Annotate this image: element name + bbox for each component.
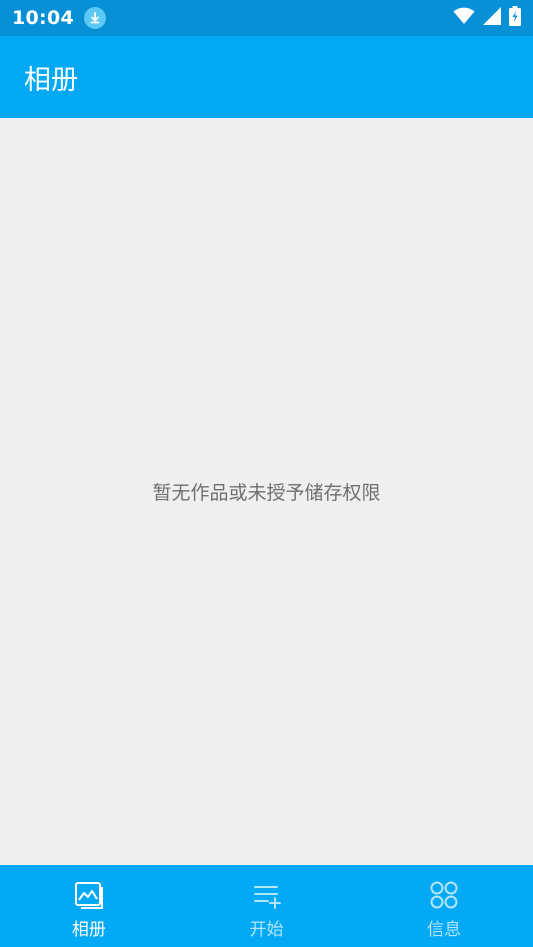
album-icon	[74, 882, 103, 909]
status-bar: 10:04	[0, 0, 533, 36]
app-bar: 相册	[0, 36, 533, 118]
nav-item-album[interactable]: 相册	[0, 865, 178, 947]
empty-state-message: 暂无作品或未授予储存权限	[152, 482, 381, 504]
nav-item-info[interactable]: 信息	[355, 865, 533, 947]
list-add-icon	[253, 886, 281, 909]
nav-label-album: 相册	[71, 920, 106, 940]
status-time: 10:04	[12, 7, 74, 29]
nav-label-start: 开始	[249, 920, 284, 940]
nav-label-info: 信息	[427, 920, 462, 940]
battery-charging-icon	[509, 6, 521, 30]
grid-dots-icon	[430, 881, 458, 909]
bottom-navigation: 相册 开始 信息	[0, 865, 533, 947]
page-title: 相册	[24, 64, 78, 96]
signal-icon	[483, 7, 501, 29]
wifi-icon	[453, 7, 475, 29]
nav-item-start[interactable]: 开始	[178, 865, 356, 947]
download-icon	[83, 7, 106, 29]
album-content: 暂无作品或未授予储存权限	[0, 118, 533, 865]
